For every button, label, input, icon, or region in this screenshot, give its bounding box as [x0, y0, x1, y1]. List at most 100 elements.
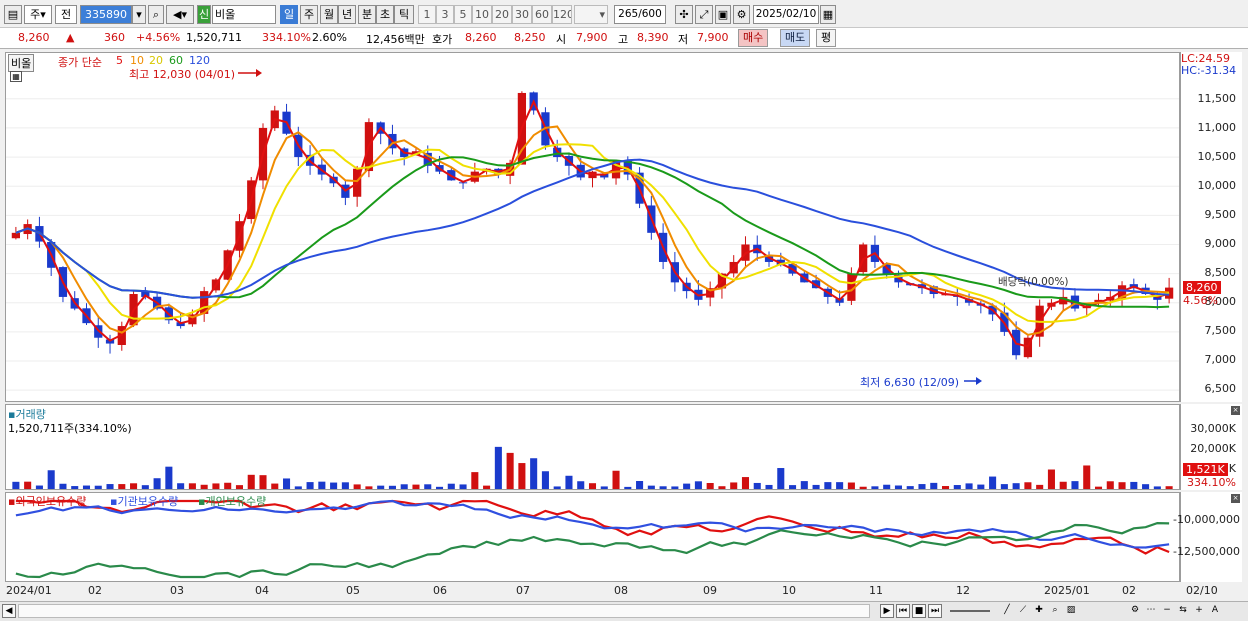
num-button-5[interactable]: 5	[454, 5, 472, 24]
save-icon[interactable]: ▣	[715, 5, 731, 24]
candle-count-input[interactable]: 265/600	[614, 5, 666, 24]
individual-holding-line	[15, 521, 1170, 579]
custom-period-select[interactable]: ▾	[574, 5, 608, 24]
font-size-icon[interactable]: A	[1208, 604, 1222, 618]
close-pane-icon[interactable]: ×	[1231, 406, 1240, 415]
volume-bar	[859, 486, 867, 489]
num-button-60[interactable]: 60	[532, 5, 552, 24]
num-button-3[interactable]: 3	[436, 5, 454, 24]
high-label: 고	[618, 33, 629, 46]
settings-icon[interactable]: ⚙	[1128, 604, 1142, 618]
unit-month-button[interactable]: 월	[320, 5, 338, 24]
volume-bar	[47, 470, 55, 489]
hc-label: HC:-31.34	[1181, 64, 1237, 77]
crosshair-icon[interactable]: ✣	[675, 5, 693, 24]
stock-name-field[interactable]: 비올	[212, 5, 276, 24]
xtick: 2025/01	[1044, 584, 1090, 597]
last-page-icon[interactable]: ⏭	[928, 604, 942, 618]
volume-bar	[989, 476, 997, 489]
volume-bar	[1059, 481, 1067, 489]
volume-bar	[341, 482, 349, 489]
volume-bar	[1047, 469, 1055, 489]
volume-bar	[1000, 484, 1008, 489]
volume-pane[interactable]: ▪거래량 1,520,711주(334.10%)	[5, 404, 1180, 490]
price-change-pct: +4.56%	[136, 31, 181, 44]
sell-button[interactable]: 매도	[780, 29, 811, 47]
xtick: 2024/01	[6, 584, 52, 597]
volume-bar	[942, 486, 950, 489]
ytick: 7,000	[1204, 353, 1237, 366]
volume-bar	[800, 481, 808, 489]
first-page-icon[interactable]: ⏮	[896, 604, 910, 618]
stock-code-input[interactable]: 335890	[80, 5, 132, 24]
zoom-out-icon[interactable]: −	[1160, 604, 1174, 618]
speaker-icon[interactable]: ◀▾	[166, 5, 194, 24]
zoom-slider[interactable]	[950, 610, 990, 612]
num-button-120[interactable]: 120	[552, 5, 572, 24]
cross-tool-icon[interactable]: ✚	[1032, 604, 1046, 618]
xtick: 09	[703, 584, 717, 597]
unit-minute-button[interactable]: 분	[358, 5, 376, 24]
volume-bar	[1024, 482, 1032, 489]
unit-year-button[interactable]: 년	[338, 5, 356, 24]
trend-tool-icon[interactable]: ⟋	[1016, 604, 1030, 618]
holding-pane[interactable]: ▪외국인보유수량 ▪기관보유수량 ▪개인보유수량	[5, 492, 1180, 582]
market-select[interactable]: 주▾	[24, 5, 52, 24]
num-button-10[interactable]: 10	[472, 5, 492, 24]
buy-button[interactable]: 매수	[738, 29, 769, 47]
volume-bar	[259, 475, 267, 489]
price-change: 360	[104, 31, 125, 44]
search-tool-icon[interactable]: ⌕	[1048, 604, 1062, 618]
chart-type-icon[interactable]: ▤	[4, 5, 22, 24]
volume-bar	[353, 484, 361, 489]
date-input[interactable]: 2025/02/10	[753, 5, 819, 24]
ytick: 7,500	[1204, 324, 1237, 337]
unit-second-button[interactable]: 초	[376, 5, 394, 24]
search-icon[interactable]: ⌕	[148, 5, 164, 24]
volume-bar	[1071, 481, 1079, 489]
volume-bar	[12, 481, 20, 489]
ytick: 9,000	[1204, 237, 1237, 250]
low-price: 7,900	[697, 31, 729, 44]
dots-icon[interactable]: ⋯	[1144, 604, 1158, 618]
volume-bar	[118, 484, 126, 489]
table-icon[interactable]: ▦	[10, 71, 22, 82]
volume-bar	[565, 475, 573, 489]
code-dropdown[interactable]: ▾	[132, 5, 146, 24]
price-pane[interactable]: 비올 종가 단순 5 10 20 60 120 ▦ 최고 12,030 (04/…	[5, 52, 1180, 402]
calendar-icon[interactable]: ▦	[820, 5, 836, 24]
unit-day-button[interactable]: 일	[280, 5, 298, 24]
unit-tick-button[interactable]: 틱	[394, 5, 414, 24]
unit-week-button[interactable]: 주	[300, 5, 318, 24]
scroll-right-icon[interactable]: ▶	[880, 604, 894, 618]
volume-bar	[1118, 482, 1126, 489]
volume-bar	[694, 481, 702, 489]
gear-icon[interactable]: ⚙	[733, 5, 750, 24]
open-price: 7,900	[576, 31, 608, 44]
stop-icon[interactable]: ■	[912, 604, 926, 618]
volume-bar	[294, 486, 302, 489]
move-icon[interactable]: ⇆	[1176, 604, 1190, 618]
volume-bar	[483, 485, 491, 489]
volume-bar	[224, 482, 232, 489]
num-button-20[interactable]: 20	[492, 5, 512, 24]
volume-bar	[388, 485, 396, 489]
turnover-rate: 2.60%	[312, 31, 347, 44]
volume-axis: 30,000K 20,000K 10,000K 1,521K 334.10% ×	[1180, 404, 1242, 490]
scroll-left-icon[interactable]: ◀	[2, 604, 16, 618]
close-pane-icon[interactable]: ×	[1231, 494, 1240, 503]
volume-bar	[553, 486, 561, 489]
ytick: -12,500,000	[1173, 545, 1240, 558]
period-select[interactable]: 전	[55, 5, 77, 24]
image-icon[interactable]: ▨	[1064, 604, 1078, 618]
scrollbar-track[interactable]	[18, 604, 870, 618]
num-button-30[interactable]: 30	[512, 5, 532, 24]
zoom-in-icon[interactable]: +	[1192, 604, 1206, 618]
num-button-1[interactable]: 1	[418, 5, 436, 24]
volume-bar	[930, 482, 938, 489]
expand-icon[interactable]: ⤢	[695, 5, 713, 24]
volume-bar	[965, 483, 973, 489]
line-tool-icon[interactable]: ╱	[1000, 604, 1014, 618]
low-label: 저	[678, 33, 689, 46]
average-button[interactable]: 평	[816, 29, 837, 47]
